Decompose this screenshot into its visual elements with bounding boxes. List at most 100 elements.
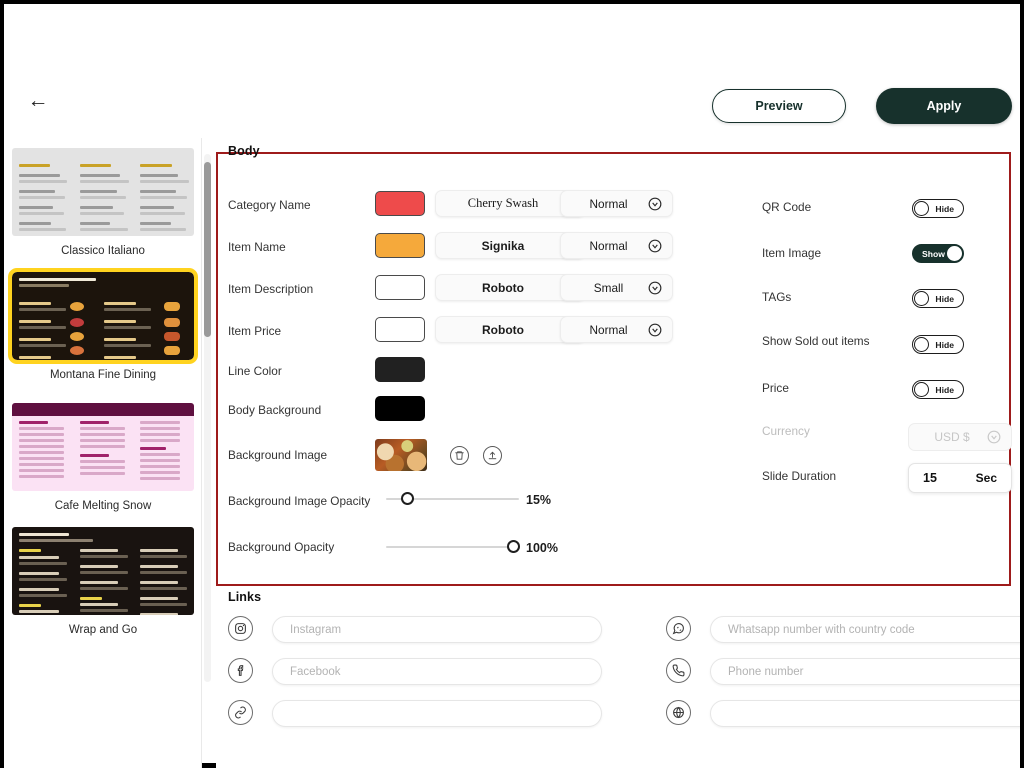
slider-knob[interactable] [507, 540, 520, 553]
currency-value: USD $ [909, 430, 983, 444]
arrow-left-icon[interactable]: ← [24, 86, 52, 114]
size-select-value: Small [561, 281, 644, 295]
color-swatch-body-background[interactable] [375, 396, 425, 421]
trash-icon[interactable] [450, 446, 469, 465]
size-select-value: Normal [561, 197, 644, 211]
color-swatch-line-color[interactable] [375, 357, 425, 382]
color-swatch-item-price[interactable] [375, 317, 425, 342]
label-qr-code: QR Code [762, 200, 811, 214]
size-select-item-price[interactable]: Normal [560, 316, 673, 343]
phone-icon[interactable] [666, 658, 691, 683]
instagram-input[interactable]: Instagram [272, 616, 602, 643]
label-price: Price [762, 381, 789, 395]
value-background-image-opacity: 15% [526, 493, 551, 507]
template-thumbnail[interactable] [12, 527, 194, 615]
font-select-value: Roboto [436, 323, 556, 337]
sidebar-item-label: Wrap and Go [12, 624, 194, 636]
sidebar-item-classico-italiano[interactable]: Classico Italiano [12, 148, 194, 257]
template-thumbnail[interactable] [12, 148, 194, 236]
whatsapp-input[interactable]: Whatsapp number with country code [710, 616, 1020, 643]
color-swatch-category-name[interactable] [375, 191, 425, 216]
size-select-category-name[interactable]: Normal [560, 190, 673, 217]
label-tags: TAGs [762, 290, 791, 304]
top-toolbar: ← Preview Apply [4, 56, 1020, 138]
facebook-icon[interactable] [228, 658, 253, 683]
link-row-instagram: Instagram [228, 616, 602, 644]
link-row-facebook: Facebook [228, 658, 602, 686]
facebook-input[interactable]: Facebook [272, 658, 602, 685]
preview-button[interactable]: Preview [712, 89, 846, 123]
template-thumbnail[interactable] [12, 272, 194, 360]
label-slide-duration: Slide Duration [762, 469, 836, 483]
toggle-knob [914, 201, 929, 216]
toggle-knob [947, 246, 962, 261]
slide-duration-unit: Sec [976, 471, 997, 485]
slide-duration-input[interactable]: 15 Sec [908, 463, 1012, 493]
body-settings-group [216, 152, 1011, 586]
preview-button-label: Preview [755, 99, 802, 113]
sidebar-item-wrap-and-go[interactable]: Wrap and Go [12, 527, 194, 636]
third-right-input[interactable] [710, 700, 1020, 727]
label-category-name: Category Name [228, 198, 311, 212]
slider-track [386, 546, 519, 548]
whatsapp-icon[interactable] [666, 616, 691, 641]
upload-icon[interactable] [483, 446, 502, 465]
font-select-value: Roboto [436, 281, 556, 295]
background-image-preview[interactable] [375, 439, 427, 471]
label-show-sold-out-items: Show Sold out items [762, 334, 870, 348]
label-item-description: Item Description [228, 282, 313, 296]
toggle-knob [914, 382, 929, 397]
slide-duration-value: 15 [923, 471, 937, 485]
apply-button[interactable]: Apply [876, 88, 1012, 124]
globe-icon[interactable] [666, 700, 691, 725]
slider-knob[interactable] [401, 492, 414, 505]
label-currency: Currency [762, 424, 810, 438]
font-select-value: Signika [436, 239, 556, 253]
toggle-tags[interactable]: Hide [912, 289, 964, 308]
label-background-opacity: Background Opacity [228, 540, 334, 554]
label-background-image-opacity: Background Image Opacity [228, 494, 370, 508]
label-line-color: Line Color [228, 364, 282, 378]
toggle-price[interactable]: Hide [912, 380, 964, 399]
toggle-state-label: Hide [935, 204, 963, 214]
slider-background-opacity[interactable] [386, 539, 519, 555]
size-select-item-name[interactable]: Normal [560, 232, 673, 259]
label-body-background: Body Background [228, 403, 321, 417]
label-item-image: Item Image [762, 246, 821, 260]
chevron-down-icon [644, 239, 666, 253]
instagram-icon[interactable] [228, 616, 253, 641]
sidebar-scrollbar-thumb[interactable] [204, 162, 211, 337]
link-icon[interactable] [228, 700, 253, 725]
size-select-value: Normal [561, 323, 644, 337]
toggle-state-label: Hide [935, 385, 963, 395]
toggle-knob [914, 337, 929, 352]
size-select-value: Normal [561, 239, 644, 253]
toggle-state-label: Show [913, 249, 945, 259]
third-left-input[interactable] [272, 700, 602, 727]
size-select-item-description[interactable]: Small [560, 274, 673, 301]
link-row-whatsapp: Whatsapp number with country code [666, 616, 1020, 644]
slider-background-image-opacity[interactable] [386, 491, 519, 507]
sidebar-item-label: Cafe Melting Snow [12, 500, 194, 512]
currency-select[interactable]: USD $ [908, 423, 1012, 451]
label-item-price: Item Price [228, 324, 281, 338]
chevron-down-icon [644, 197, 666, 211]
phone-input[interactable]: Phone number [710, 658, 1020, 685]
toggle-qr-code[interactable]: Hide [912, 199, 964, 218]
settings-panel: Body Category Name Cherry Swash Normal I… [216, 138, 1020, 768]
template-sidebar[interactable]: Classico Italiano [4, 138, 202, 768]
chevron-down-icon [644, 323, 666, 337]
color-swatch-item-description[interactable] [375, 275, 425, 300]
toggle-item-image[interactable]: Show [912, 244, 964, 263]
apply-button-label: Apply [927, 99, 962, 113]
label-background-image: Background Image [228, 448, 327, 462]
template-thumbnail[interactable] [12, 403, 194, 491]
link-row-third-left [228, 700, 602, 728]
sidebar-item-cafe-melting-snow[interactable]: Cafe Melting Snow [12, 403, 194, 512]
link-row-phone: Phone number [666, 658, 1020, 686]
link-row-third-right [666, 700, 1020, 728]
links-section-title: Links [228, 590, 261, 604]
toggle-show-sold-out-items[interactable]: Hide [912, 335, 964, 354]
color-swatch-item-name[interactable] [375, 233, 425, 258]
sidebar-item-montana-fine-dining[interactable]: Montana Fine Dining [12, 272, 194, 381]
